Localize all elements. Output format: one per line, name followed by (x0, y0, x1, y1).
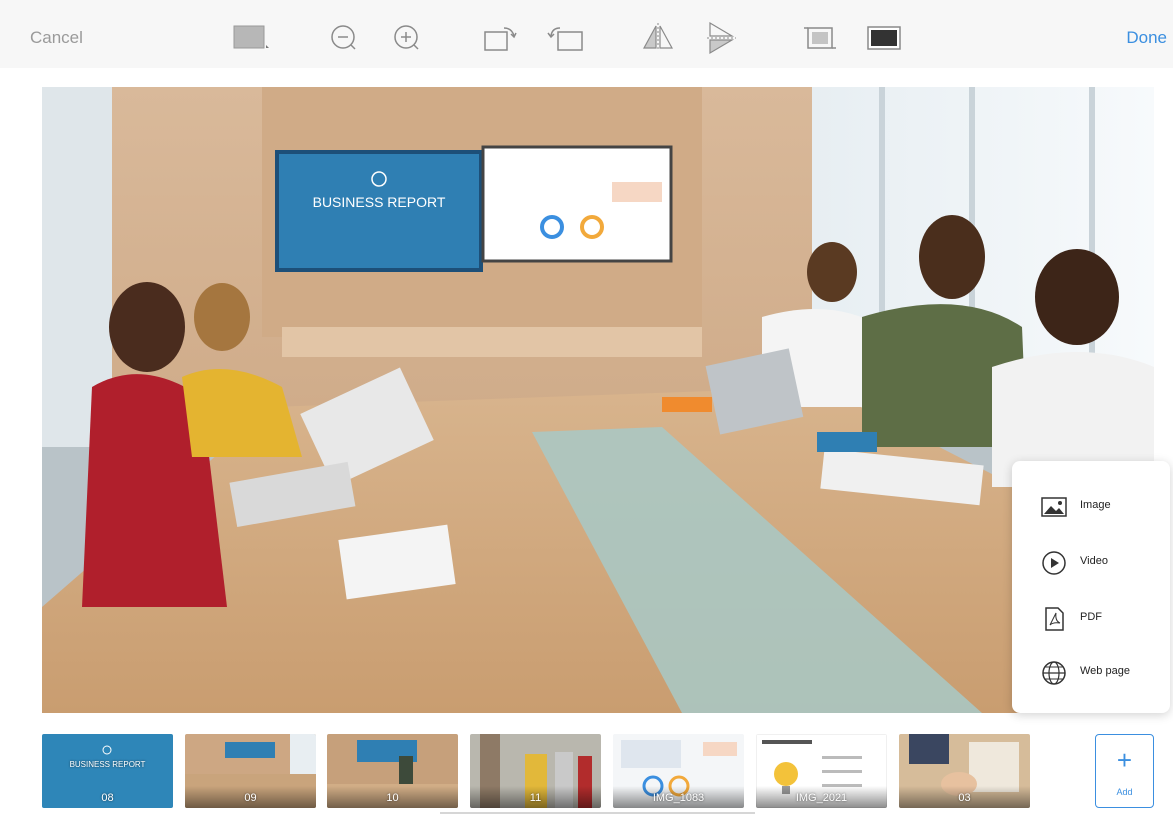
slide-filmstrip: BUSINESS REPORT 08 09 10 11 IMG_1083 IMG… (0, 728, 1173, 815)
background-color-icon[interactable] (232, 18, 272, 58)
menu-item-pdf[interactable]: PDF (1012, 593, 1170, 643)
add-slide-button[interactable]: + Add (1095, 734, 1154, 808)
screen-title: BUSINESS REPORT (313, 194, 446, 210)
menu-item-web-page[interactable]: Web page (1012, 647, 1170, 697)
thumbnail-label: 09 (244, 792, 257, 804)
menu-item-label: PDF (1080, 611, 1102, 623)
zoom-in-icon[interactable] (388, 18, 428, 58)
plus-icon: + (1116, 745, 1133, 775)
thumbnail-label: 08 (101, 792, 114, 804)
thumbnail-10[interactable]: 10 (327, 734, 458, 808)
rotate-left-icon[interactable] (546, 18, 586, 58)
video-play-icon (1040, 549, 1068, 577)
thumbnail-label: 11 (529, 792, 542, 804)
menu-item-label: Image (1080, 499, 1111, 511)
globe-icon (1040, 659, 1068, 687)
image-icon (1040, 493, 1068, 521)
cancel-button[interactable]: Cancel (30, 28, 83, 48)
thumbnail-partial[interactable] (1042, 734, 1062, 808)
editor-toolbar: Cancel Done (0, 0, 1173, 68)
crop-icon[interactable] (800, 18, 840, 58)
pdf-icon (1040, 605, 1068, 633)
thumbnail-label: IMG_1083 (652, 792, 705, 804)
add-media-menu: Image Video PDF Web page (1012, 461, 1170, 713)
thumbnail-img-1083[interactable]: IMG_1083 (613, 734, 744, 808)
fill-icon[interactable] (864, 18, 904, 58)
thumbnail-img-2021[interactable]: IMG_2021 (756, 734, 887, 808)
zoom-out-icon[interactable] (325, 18, 365, 58)
thumbnail-03[interactable]: 03 (899, 734, 1030, 808)
thumbnail-label: 10 (386, 792, 399, 804)
meeting-room-photo: BUSINESS REPORT (42, 87, 1154, 713)
rotate-right-icon[interactable] (482, 18, 522, 58)
thumbnail-label: 03 (958, 792, 971, 804)
menu-item-image[interactable]: Image (1012, 481, 1170, 531)
thumbnail-title: BUSINESS REPORT (69, 760, 146, 769)
menu-item-label: Video (1080, 555, 1108, 567)
photo-canvas[interactable]: BUSINESS REPORT (42, 87, 1154, 713)
menu-item-video[interactable]: Video (1012, 537, 1170, 587)
thumbnail-11[interactable]: 11 (470, 734, 601, 808)
flip-horizontal-icon[interactable] (638, 18, 678, 58)
thumbnail-08[interactable]: BUSINESS REPORT 08 (42, 734, 173, 808)
add-label: Add (1116, 787, 1133, 797)
filmstrip-scroll-indicator[interactable] (440, 812, 755, 814)
thumbnail-09[interactable]: 09 (185, 734, 316, 808)
done-button[interactable]: Done (1126, 28, 1167, 48)
menu-item-label: Web page (1080, 665, 1130, 677)
flip-vertical-icon[interactable] (702, 18, 742, 58)
thumbnail-label: IMG_2021 (795, 792, 848, 804)
